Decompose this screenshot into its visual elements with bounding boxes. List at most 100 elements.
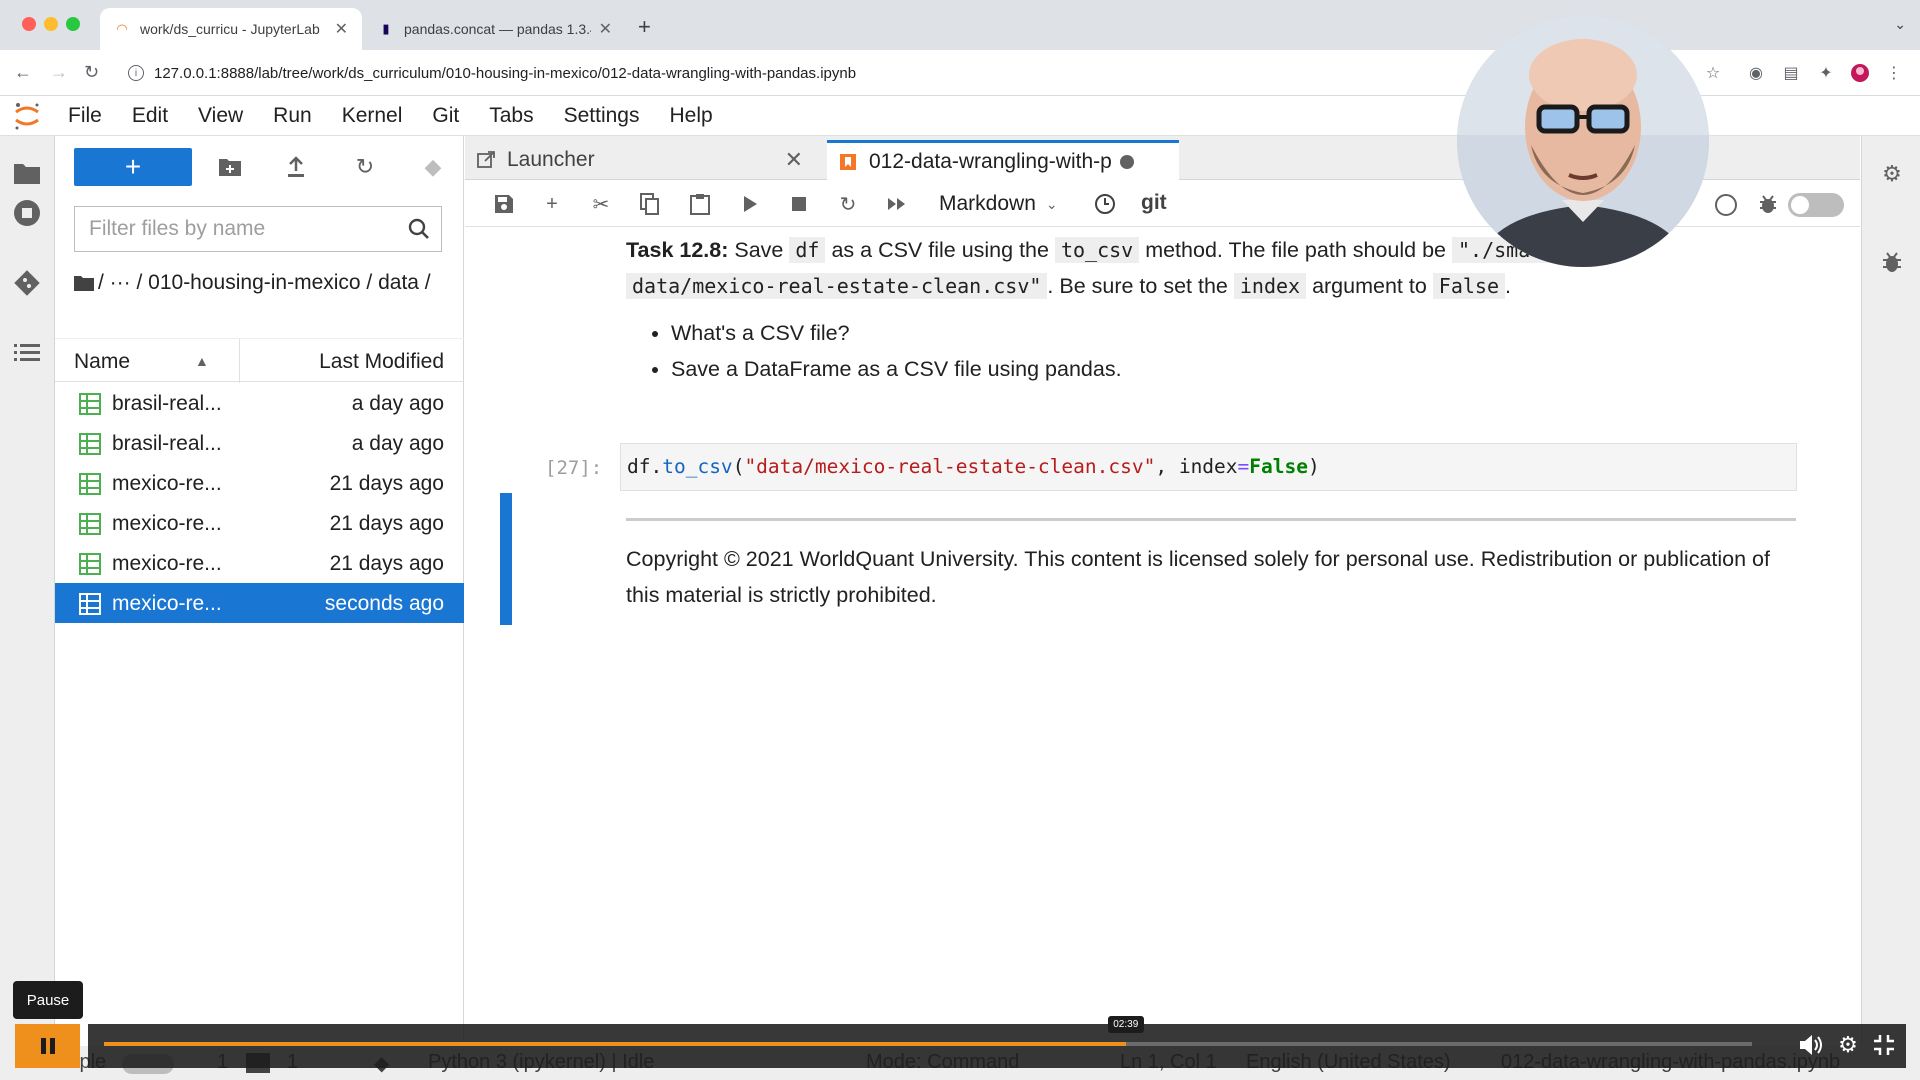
restart-icon[interactable]: ↻ — [835, 191, 861, 217]
cell-type-value: Markdown — [939, 192, 1036, 215]
close-icon[interactable]: ✕ — [785, 147, 803, 173]
maximize-window-button[interactable] — [66, 17, 80, 31]
menu-kernel[interactable]: Kernel — [342, 104, 403, 128]
file-row[interactable]: brasil-real... a day ago — [55, 423, 464, 463]
back-icon[interactable]: ← — [14, 62, 32, 83]
bullet-link[interactable]: What's a CSV file? — [671, 315, 1806, 351]
code-token: False — [1249, 455, 1308, 478]
git-icon[interactable] — [10, 266, 44, 300]
minimize-window-button[interactable] — [44, 17, 58, 31]
code-token: ( — [732, 455, 745, 478]
copyright-text: Copyright © 2021 WorldQuant University. … — [626, 547, 1770, 607]
folder-icon[interactable] — [10, 156, 44, 190]
column-modified-header[interactable]: Last Modified — [319, 350, 444, 374]
close-icon[interactable]: ✕ — [335, 19, 348, 39]
file-row[interactable]: mexico-re... 21 days ago — [55, 503, 464, 543]
menu-help[interactable]: Help — [670, 104, 713, 128]
insert-cell-icon[interactable]: + — [539, 191, 565, 217]
close-window-button[interactable] — [22, 17, 36, 31]
new-launcher-button[interactable]: + — [74, 148, 192, 186]
file-row[interactable]: mexico-re... 21 days ago — [55, 543, 464, 583]
table-of-contents-icon[interactable] — [10, 336, 44, 370]
star-icon[interactable]: ☆ — [1703, 63, 1723, 83]
fast-forward-icon[interactable] — [884, 191, 910, 217]
upload-icon[interactable] — [281, 152, 311, 182]
forward-icon[interactable]: → — [50, 62, 68, 83]
save-icon[interactable] — [491, 191, 517, 217]
browser-tab-jupyterlab[interactable]: ◠ work/ds_curricu - JupyterLab ✕ — [100, 8, 362, 50]
main-dock-area: Launcher ✕ 012-data-wrangling-with-p + ✂ — [465, 136, 1860, 1080]
tab-launcher[interactable]: Launcher ✕ — [465, 140, 815, 180]
profile-avatar[interactable] — [1850, 63, 1870, 83]
volume-icon[interactable] — [1797, 1031, 1825, 1059]
extension-icon[interactable]: ◉ — [1746, 63, 1766, 83]
right-sidebar: ⚙ — [1861, 136, 1920, 1080]
file-name: brasil-real... — [112, 392, 222, 415]
menu-file[interactable]: File — [68, 104, 102, 128]
menu-tabs[interactable]: Tabs — [489, 104, 533, 128]
run-icon[interactable] — [737, 191, 763, 217]
file-modified: 21 days ago — [329, 552, 444, 575]
url-text: 127.0.0.1:8888/lab/tree/work/ds_curricul… — [154, 64, 857, 82]
code-token: to_csv — [662, 455, 733, 478]
tab-notebook[interactable]: 012-data-wrangling-with-p — [827, 140, 1179, 180]
url-field[interactable]: i 127.0.0.1:8888/lab/tree/work/ds_curric… — [128, 60, 856, 86]
close-icon[interactable]: ✕ — [599, 19, 612, 39]
filter-files-input[interactable]: Filter files by name — [74, 206, 442, 252]
browser-tab-title: pandas.concat — pandas 1.3.4 — [404, 21, 591, 37]
code-cell-editor[interactable]: df.to_csv("data/mexico-real-estate-clean… — [620, 443, 1797, 491]
running-kernels-icon[interactable] — [10, 196, 44, 230]
menu-view[interactable]: View — [198, 104, 243, 128]
spreadsheet-file-icon — [79, 553, 101, 575]
browser-tab-title: work/ds_curricu - JupyterLab — [140, 21, 320, 37]
bullet-link[interactable]: Save a DataFrame as a CSV file using pan… — [671, 351, 1806, 387]
git-clone-icon[interactable]: ◆ — [418, 152, 448, 182]
task-text-part: . Be sure to set the — [1047, 274, 1228, 298]
menu-settings[interactable]: Settings — [564, 104, 640, 128]
stop-icon[interactable] — [786, 191, 812, 217]
cell-type-dropdown[interactable]: Markdown ⌄ — [939, 192, 1058, 216]
menu-run[interactable]: Run — [273, 104, 312, 128]
debugger-bug-icon[interactable] — [1755, 191, 1781, 217]
cut-icon[interactable]: ✂ — [588, 191, 614, 217]
menu-edit[interactable]: Edit — [132, 104, 168, 128]
home-folder-icon[interactable] — [74, 270, 94, 299]
browser-tab-pandas[interactable]: ▮ pandas.concat — pandas 1.3.4 ✕ — [364, 8, 626, 50]
paste-icon[interactable] — [687, 191, 713, 217]
inline-code: index — [1233, 273, 1307, 299]
debugger-icon[interactable] — [1878, 248, 1906, 276]
copy-icon[interactable] — [637, 191, 663, 217]
unsaved-dot-icon[interactable] — [1119, 154, 1134, 169]
file-row[interactable]: brasil-real... a day ago — [55, 383, 464, 423]
breadcrumb-path[interactable]: / ··· / 010-housing-in-mexico / data / — [98, 271, 431, 294]
file-row[interactable]: mexico-re... 21 days ago — [55, 463, 464, 503]
sort-ascending-icon[interactable]: ▲ — [195, 353, 209, 369]
left-activity-bar — [0, 136, 55, 1080]
git-diff-button[interactable]: git — [1141, 191, 1167, 215]
jupyter-favicon-icon: ◠ — [116, 21, 128, 36]
new-folder-icon[interactable] — [215, 152, 245, 182]
info-icon[interactable]: i — [128, 65, 144, 81]
column-name-header[interactable]: Name — [74, 350, 130, 374]
tab-search-icon[interactable]: ⌄ — [1894, 16, 1906, 33]
settings-gear-icon[interactable]: ⚙ — [1834, 1031, 1862, 1059]
code-token: , — [1155, 455, 1179, 478]
pause-button[interactable] — [15, 1024, 80, 1068]
property-inspector-icon[interactable]: ⚙ — [1878, 160, 1906, 188]
file-list-header: Name ▲ Last Modified — [55, 338, 464, 383]
reload-icon[interactable]: ↻ — [84, 62, 99, 83]
spreadsheet-file-icon — [79, 393, 101, 415]
spreadsheet-file-icon — [79, 593, 101, 615]
debugger-toggle[interactable] — [1788, 193, 1844, 217]
new-tab-button[interactable]: + — [638, 14, 651, 40]
file-name: mexico-re... — [112, 472, 222, 495]
clock-icon[interactable] — [1092, 191, 1118, 217]
reader-icon[interactable]: ▤ — [1781, 63, 1801, 83]
exit-fullscreen-icon[interactable] — [1870, 1031, 1898, 1059]
kebab-menu-icon[interactable]: ⋮ — [1884, 63, 1904, 83]
refresh-icon[interactable]: ↻ — [350, 152, 380, 182]
puzzle-icon[interactable]: ✦ — [1816, 63, 1836, 83]
active-cell-indicator[interactable] — [500, 493, 512, 625]
file-row-selected[interactable]: mexico-re... seconds ago — [55, 583, 464, 623]
menu-git[interactable]: Git — [432, 104, 459, 128]
